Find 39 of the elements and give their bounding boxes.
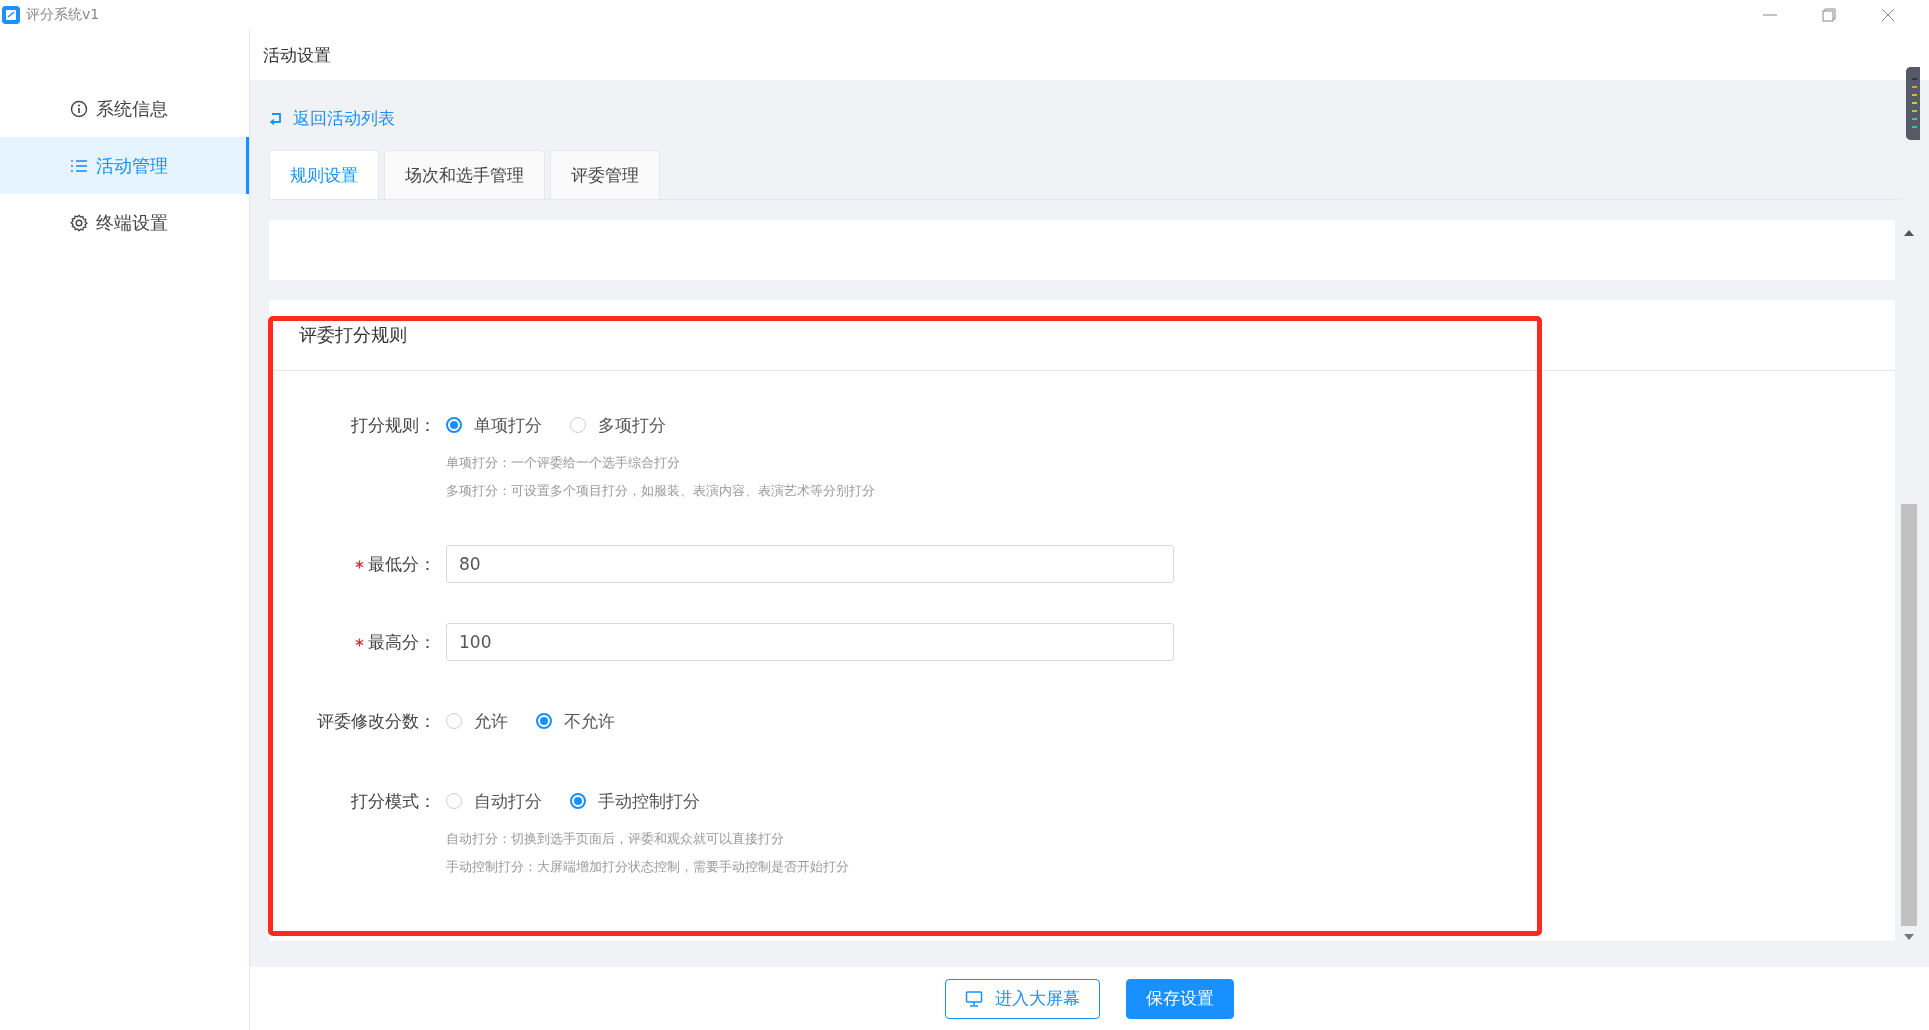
settings-icon: [70, 213, 88, 232]
field-label: 打分模式：: [351, 789, 436, 813]
scroll-down-icon[interactable]: [1904, 934, 1914, 942]
radio-button[interactable]: [446, 417, 462, 433]
tab[interactable]: 场次和选手管理: [384, 150, 545, 199]
hint-text: 多项打分：可设置多个项目打分，如服装、表演内容、表演艺术等分别打分: [446, 482, 876, 500]
hint-text: 手动控制打分：大屏端增加打分状态控制，需要手动控制是否开始打分: [446, 858, 850, 876]
scroll-up-icon[interactable]: [1904, 228, 1914, 236]
option-label[interactable]: 自动打分: [474, 789, 542, 813]
field-label: 评委修改分数：: [317, 709, 436, 733]
field-label: 最低分：: [368, 552, 436, 576]
hint-text: 自动打分：切换到选手页面后，评委和观众就可以直接打分: [446, 830, 785, 848]
section-title: 评委打分规则: [299, 323, 407, 347]
scrollbar-thumb[interactable]: [1901, 504, 1917, 926]
sidebar-item[interactable]: 系统信息: [0, 80, 249, 137]
tab[interactable]: 评委管理: [550, 150, 660, 199]
close-icon[interactable]: [1879, 6, 1897, 24]
option-label[interactable]: 单项打分: [474, 413, 542, 437]
option-label[interactable]: 允许: [474, 709, 508, 733]
window-title: 评分系统v1: [26, 6, 100, 24]
restore-icon[interactable]: [1820, 6, 1838, 24]
return-icon: [269, 111, 283, 125]
radio-button[interactable]: [446, 793, 462, 809]
monitor-icon: [965, 989, 983, 1008]
page-title: 活动设置: [263, 43, 331, 67]
sidebar-item[interactable]: 终端设置: [0, 194, 249, 251]
option-label[interactable]: 不允许: [564, 709, 615, 733]
option-label[interactable]: 手动控制打分: [598, 789, 700, 813]
radio-button[interactable]: [570, 793, 586, 809]
info-icon: [70, 99, 88, 118]
option-label[interactable]: 多项打分: [598, 413, 666, 437]
input-field[interactable]: 100: [446, 623, 1174, 661]
field-label: 最高分：: [368, 630, 436, 654]
radio-button[interactable]: [536, 713, 552, 729]
radio-button[interactable]: [570, 417, 586, 433]
input-field[interactable]: 80: [446, 545, 1174, 583]
field-label: 打分规则：: [351, 413, 436, 437]
app-logo-icon: [2, 6, 20, 24]
radio-button[interactable]: [446, 713, 462, 729]
